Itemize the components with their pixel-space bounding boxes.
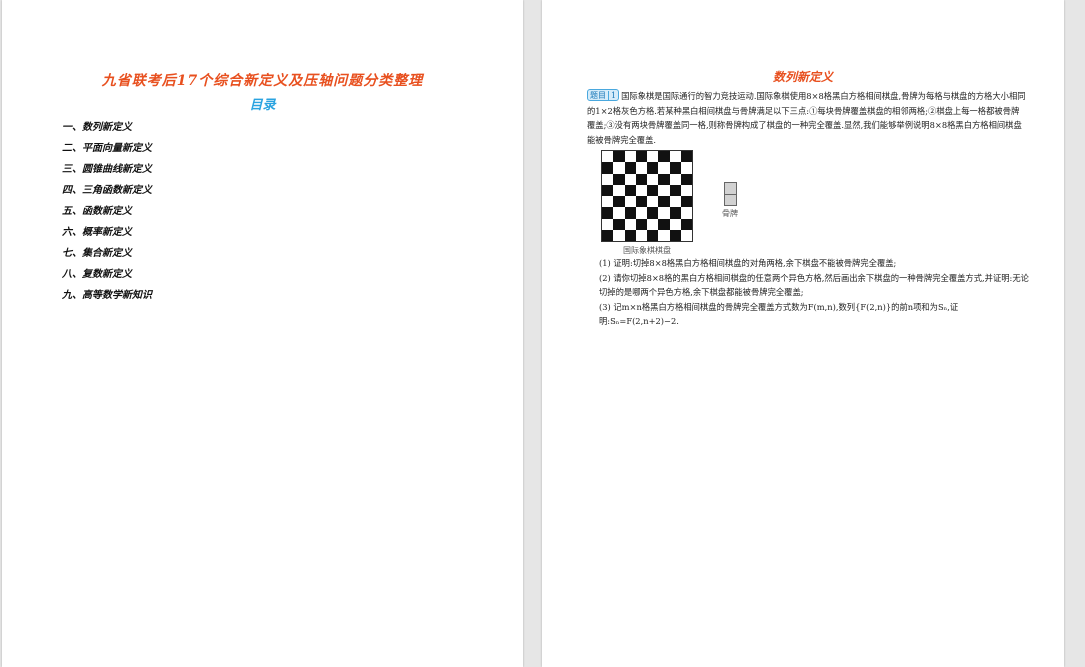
question-list: (1) 证明:切掉8×8格黑白方格相间棋盘的对角两格,余下棋盘不能被骨牌完全覆盖… — [599, 256, 1029, 329]
board-square — [669, 229, 681, 241]
board-square — [658, 207, 670, 219]
board-square — [658, 229, 670, 241]
board-square — [613, 196, 625, 208]
board-square — [635, 184, 647, 196]
board-square — [658, 196, 670, 208]
board-square — [624, 229, 636, 241]
board-square — [647, 184, 659, 196]
domino-cell — [724, 193, 736, 205]
section-title: 数列新定义 — [772, 70, 833, 84]
board-square — [680, 229, 692, 241]
question-item: (3) 记m×n格黑白方格相间棋盘的骨牌完全覆盖方式数为F(m,n),数列{F(… — [599, 301, 959, 327]
board-square — [647, 207, 659, 219]
board-square — [613, 218, 625, 230]
toc-item[interactable]: 三、圆锥曲线新定义 — [62, 163, 152, 184]
board-square — [680, 207, 692, 219]
board-square — [658, 151, 670, 163]
board-square — [669, 218, 681, 230]
domino-tile — [723, 182, 737, 206]
board-square — [680, 218, 692, 230]
toc-item[interactable]: 四、三角函数新定义 — [62, 184, 152, 205]
board-square — [680, 173, 692, 185]
board-square — [647, 229, 659, 241]
board-square — [602, 196, 614, 208]
board-square — [635, 207, 647, 219]
board-square — [602, 162, 614, 174]
toc-heading: 目录 — [249, 98, 276, 113]
board-square — [647, 162, 659, 174]
board-square — [602, 229, 614, 241]
board-square — [602, 207, 614, 219]
board-square — [624, 184, 636, 196]
board-square — [658, 184, 670, 196]
domino-cell — [724, 183, 736, 194]
question-item: (1) 证明:切掉8×8格黑白方格相间棋盘的对角两格,余下棋盘不能被骨牌完全覆盖… — [599, 258, 897, 268]
board-square — [602, 218, 614, 230]
board-square — [635, 218, 647, 230]
domino-label: 骨牌 — [722, 209, 738, 218]
left-page: 九省联考后17个综合新定义及压轴问题分类整理 目录 一、数列新定义 二、平面向量… — [2, 0, 523, 667]
board-square — [602, 173, 614, 185]
board-square — [680, 184, 692, 196]
board-square — [602, 184, 614, 196]
board-square — [647, 196, 659, 208]
badge-label: 题目 — [590, 91, 606, 100]
board-square — [647, 151, 659, 163]
board-square — [624, 162, 636, 174]
problem-text: 国际象棋是国际通行的智力竞技运动.国际象棋使用8×8格黑白方格相间棋盘,骨牌为每… — [587, 91, 1026, 145]
toc-item[interactable]: 九、高等数学新知识 — [62, 289, 152, 310]
board-square — [613, 229, 625, 241]
chessboard-caption: 国际象棋棋盘 — [623, 246, 671, 255]
toc-item[interactable]: 五、函数新定义 — [62, 205, 152, 226]
board-square — [669, 207, 681, 219]
board-square — [624, 151, 636, 163]
board-square — [624, 218, 636, 230]
board-square — [635, 162, 647, 174]
board-square — [624, 196, 636, 208]
board-square — [602, 151, 614, 163]
chessboard-figure: 国际象棋棋盘 — [601, 150, 693, 256]
right-page: 数列新定义 题目 1 国际象棋是国际通行的智力竞技运动.国际象棋使用8×8格黑白方格… — [542, 0, 1064, 667]
board-square — [647, 218, 659, 230]
chessboard — [601, 150, 693, 242]
board-square — [669, 173, 681, 185]
board-square — [680, 196, 692, 208]
toc-item[interactable]: 一、数列新定义 — [62, 121, 152, 142]
board-square — [613, 173, 625, 185]
board-square — [613, 151, 625, 163]
board-square — [635, 151, 647, 163]
question-item: (2) 请你切掉8×8格的黑白方格相间棋盘的任意两个异色方格,然后画出余下棋盘的… — [599, 272, 1029, 298]
board-square — [613, 184, 625, 196]
board-square — [669, 196, 681, 208]
toc-item[interactable]: 六、概率新定义 — [62, 226, 152, 247]
problem-statement: 题目 1 国际象棋是国际通行的智力竞技运动.国际象棋使用8×8格黑白方格相间棋盘,骨… — [587, 89, 1027, 147]
board-square — [658, 173, 670, 185]
board-square — [669, 151, 681, 163]
document-title: 九省联考后17个综合新定义及压轴问题分类整理 — [101, 73, 424, 89]
board-square — [624, 207, 636, 219]
toc-item[interactable]: 七、集合新定义 — [62, 247, 152, 268]
board-square — [635, 173, 647, 185]
board-square — [680, 151, 692, 163]
board-square — [680, 162, 692, 174]
board-square — [658, 162, 670, 174]
board-square — [613, 207, 625, 219]
board-square — [635, 196, 647, 208]
board-square — [669, 162, 681, 174]
board-square — [624, 173, 636, 185]
domino-figure: 骨牌 — [718, 182, 742, 219]
problem-badge: 题目 1 — [587, 89, 620, 101]
board-square — [613, 162, 625, 174]
board-square — [635, 229, 647, 241]
toc-item[interactable]: 二、平面向量新定义 — [62, 142, 152, 163]
board-square — [647, 173, 659, 185]
board-square — [658, 218, 670, 230]
board-square — [669, 184, 681, 196]
table-of-contents: 一、数列新定义 二、平面向量新定义 三、圆锥曲线新定义 四、三角函数新定义 五、… — [62, 121, 152, 310]
toc-item[interactable]: 八、复数新定义 — [62, 268, 152, 289]
badge-number: 1 — [608, 91, 617, 100]
